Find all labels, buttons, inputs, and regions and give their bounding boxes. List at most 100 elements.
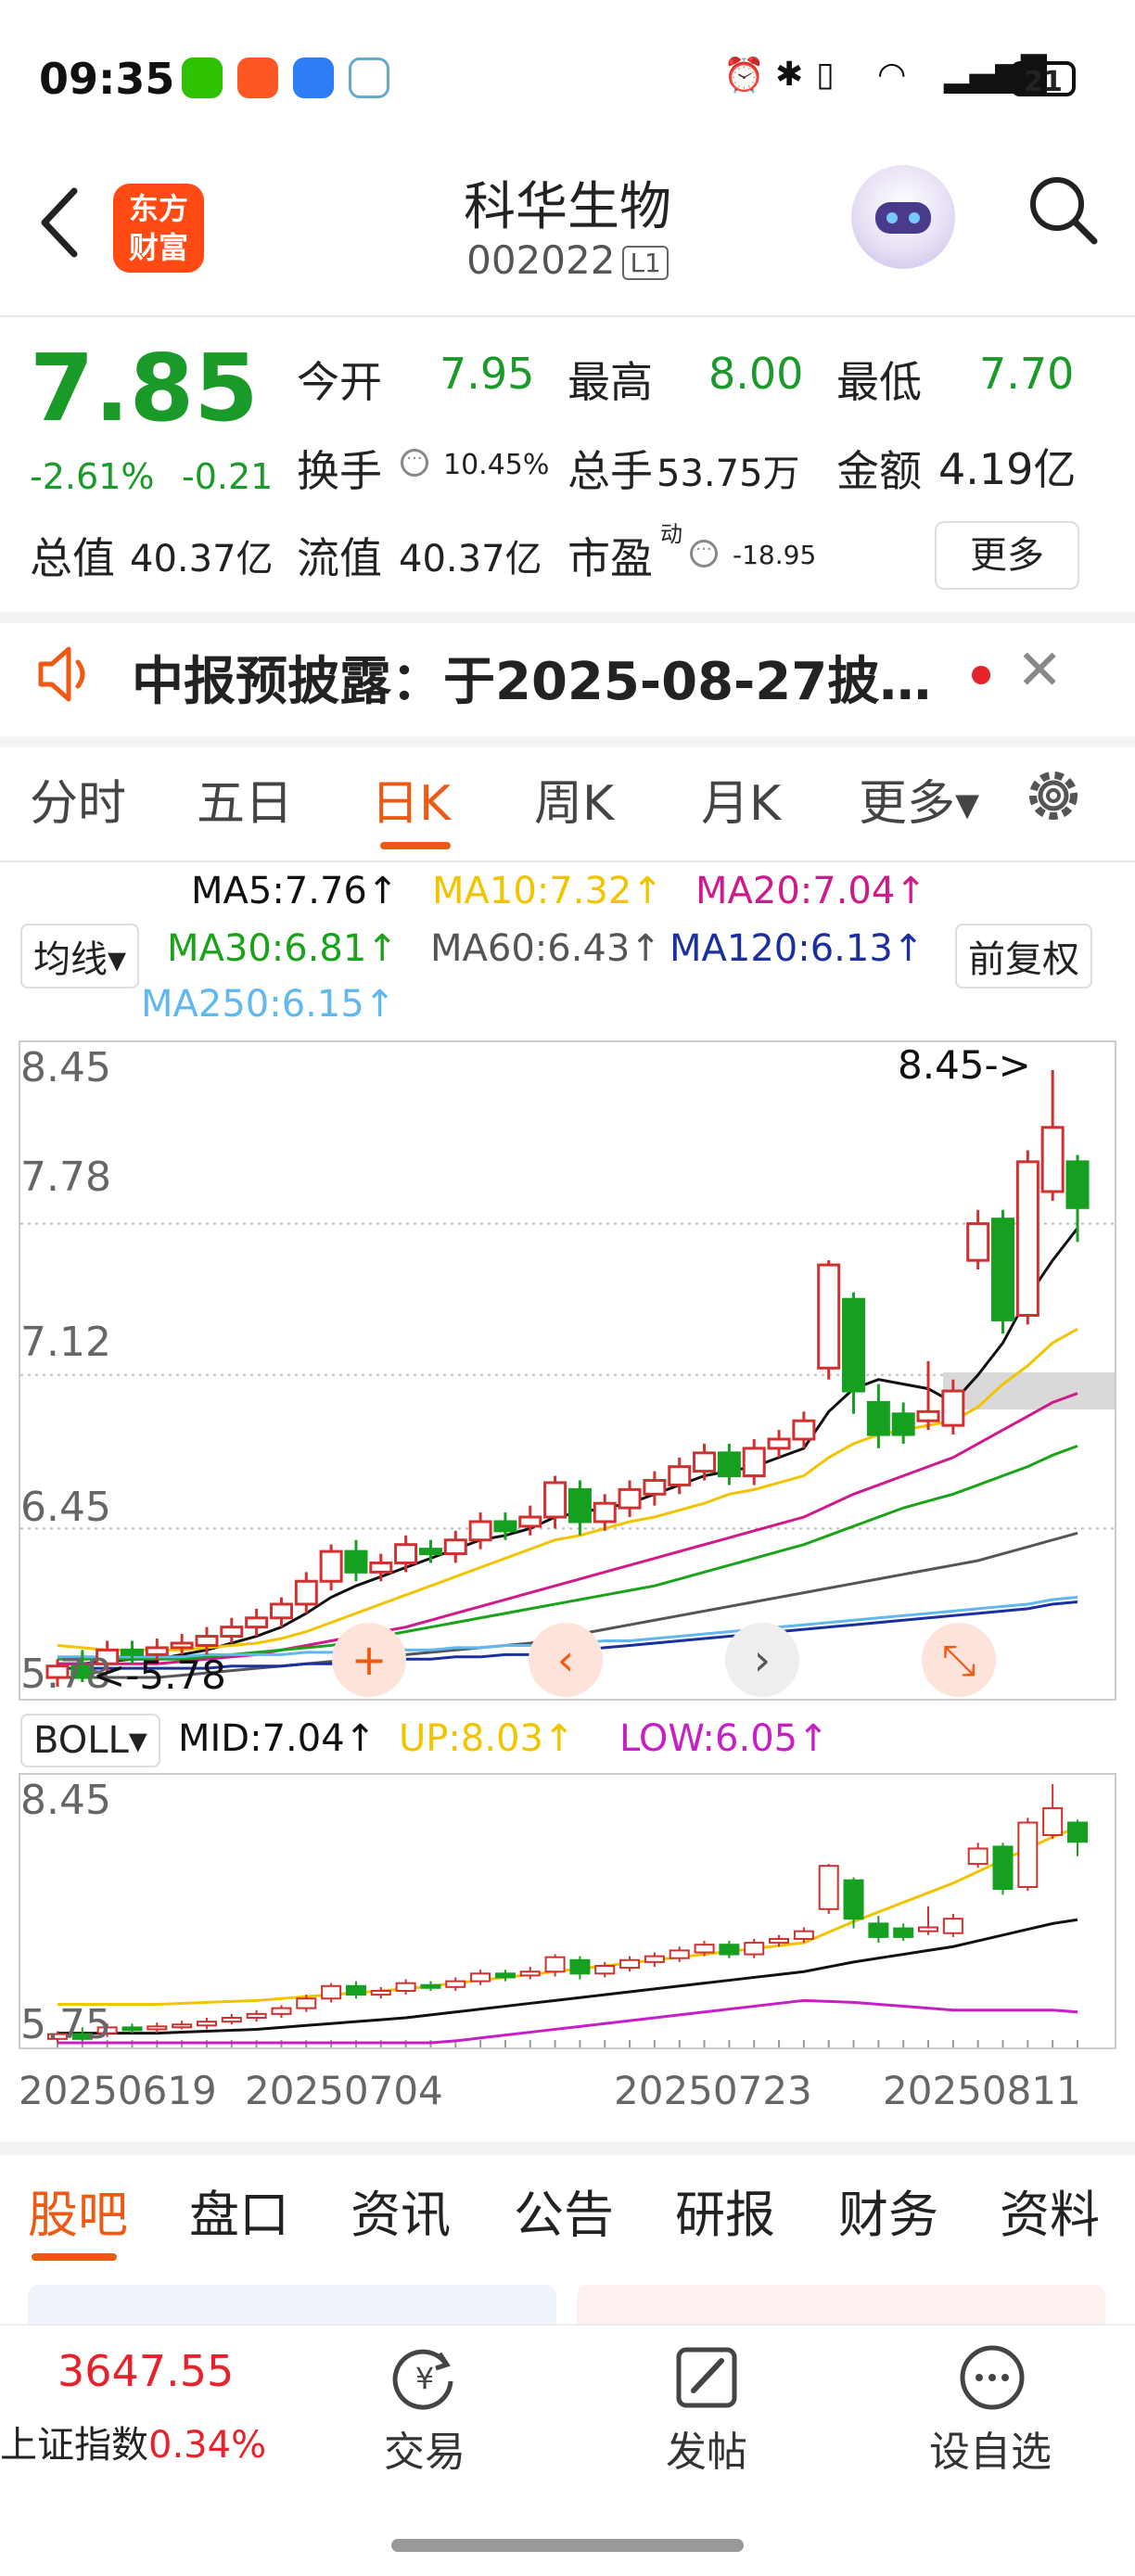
vibrate-icon: ▯ [816, 56, 835, 94]
divider [0, 315, 1135, 317]
candle-body [394, 1543, 418, 1564]
tab-weekly-k[interactable]: 周K [534, 764, 614, 834]
boll-low-label: LOW:6.05↑ [619, 1717, 829, 1760]
candle-body [420, 1983, 441, 1989]
candle-body [418, 1548, 442, 1556]
home-indicator[interactable] [391, 2539, 744, 2552]
x-axis-label: 20250619 [19, 2068, 217, 2113]
boll-y-top: 8.45 [20, 1777, 111, 1824]
tab-monthly-k[interactable]: 月K [701, 764, 781, 834]
edit-icon[interactable] [670, 2340, 744, 2415]
candle-body [245, 1616, 269, 1629]
y-axis-label: 6.45 [20, 1484, 111, 1531]
candle-body [1067, 1821, 1088, 1843]
scroll-left-button[interactable]: ‹ [529, 1623, 603, 1697]
amount-label: 金额 [836, 446, 922, 496]
tab-daily-k[interactable]: 日K [371, 764, 451, 834]
candle-body [445, 1980, 466, 1988]
boll-dropdown[interactable]: BOLL▾ [20, 1714, 160, 1767]
candle-body [744, 1942, 765, 1956]
candle-body [669, 1949, 690, 1959]
candle-body [719, 1944, 740, 1956]
candle-body [941, 1389, 965, 1427]
tab-announcements[interactable]: 公告 [514, 2174, 614, 2247]
candle-body [717, 1451, 741, 1478]
tab-forum[interactable]: 股吧 [28, 2174, 128, 2247]
tab-five-day[interactable]: 五日 [197, 764, 293, 834]
scroll-right-button[interactable]: › [725, 1623, 799, 1697]
candle-body [1065, 1160, 1090, 1209]
message-icon [293, 57, 334, 98]
ma30-label: MA30:6.81↑ [167, 927, 398, 970]
candle-body [147, 2025, 168, 2031]
x-axis-label: 20250811 [883, 2068, 1081, 2113]
notice-text[interactable]: 中报预披露：于2025-08-27披… [132, 640, 931, 715]
candle-body [693, 1451, 717, 1473]
price-band [943, 1372, 1115, 1410]
high-marker: 8.45-> [898, 1042, 1031, 1088]
tab-profile[interactable]: 资料 [1000, 2174, 1100, 2247]
candle-body [544, 1956, 566, 1973]
boll-chart[interactable] [19, 1773, 1116, 2049]
gear-icon[interactable] [1024, 766, 1083, 825]
mktcap-label: 总值 [30, 533, 115, 583]
candle-body [345, 1984, 366, 1996]
info-icon[interactable]: ··· [401, 449, 428, 477]
low-marker: <-5.78 [93, 1652, 226, 1698]
tab-more[interactable]: 更多▾ [859, 764, 979, 834]
watchlist-label[interactable]: 设自选 [929, 2418, 1052, 2478]
current-price: 7.85 [30, 334, 259, 442]
info-icon[interactable]: ··· [690, 540, 718, 567]
status-bar: 09:35 ⏰ ✱ ▯ ◠ ▂▄▆█ 21 [0, 0, 1135, 158]
index-value[interactable]: 3647.55 [57, 2346, 234, 2396]
candle-body [344, 1549, 368, 1574]
search-icon[interactable] [1026, 172, 1100, 247]
trade-label[interactable]: 交易 [384, 2418, 465, 2478]
more-button[interactable]: 更多 [935, 521, 1079, 590]
ma-type-dropdown[interactable]: 均线▾ [20, 924, 140, 988]
candle-body [842, 1297, 866, 1393]
adjust-button[interactable]: 前复权 [955, 924, 1092, 988]
boll-mid-line [57, 1918, 1078, 2035]
high-label: 最高 [568, 357, 653, 407]
battery-icon: 21 [1011, 61, 1076, 98]
tab-news[interactable]: 资讯 [351, 2174, 451, 2247]
collapse-chart-button[interactable]: ⤡ [922, 1623, 996, 1697]
candle-body [1040, 1126, 1065, 1193]
candle-body [767, 1437, 791, 1450]
boll-up-label: UP:8.03↑ [399, 1717, 575, 1760]
tab-orderbook[interactable]: 盘口 [189, 2174, 289, 2247]
more-icon[interactable] [955, 2340, 1029, 2415]
candle-body [769, 1937, 790, 1945]
status-time: 09:35 [39, 54, 175, 104]
candle-body [195, 1635, 219, 1647]
trade-icon[interactable]: ¥ [388, 2340, 462, 2415]
candle-body [543, 1481, 568, 1519]
alarm-icon: ⏰ [723, 57, 765, 95]
x-axis-label: 20250723 [614, 2068, 812, 2113]
tab-research[interactable]: 研报 [675, 2174, 775, 2247]
close-icon[interactable]: ✕ [1016, 638, 1063, 703]
candle-body [918, 1926, 939, 1932]
volume-label: 总手 [568, 446, 653, 496]
kline-chart[interactable] [19, 1040, 1116, 1701]
float-label: 流值 [297, 533, 382, 583]
candle-body [269, 1602, 293, 1620]
active-tab-indicator [380, 842, 451, 849]
candle-body [443, 1538, 467, 1556]
post-label[interactable]: 发帖 [666, 2418, 747, 2478]
ma10-label: MA10:7.32↑ [432, 870, 663, 912]
zoom-in-button[interactable]: + [332, 1623, 406, 1697]
candle-body [296, 1997, 317, 2009]
turnover-value: 10.45% [443, 449, 550, 481]
assistant-avatar-icon[interactable] [851, 165, 955, 269]
stock-name: 科华生物 [464, 177, 671, 237]
tab-intraday[interactable]: 分时 [30, 764, 126, 834]
candle-body [992, 1845, 1014, 1891]
candle-body [470, 1972, 491, 1983]
candle-body [569, 1958, 591, 1975]
candle-body [644, 1955, 665, 1963]
ma60-label: MA60:6.43↑ [430, 927, 661, 970]
tab-financials[interactable]: 财务 [838, 2174, 938, 2247]
index-label[interactable]: 上证指数0.34% [0, 2415, 266, 2468]
